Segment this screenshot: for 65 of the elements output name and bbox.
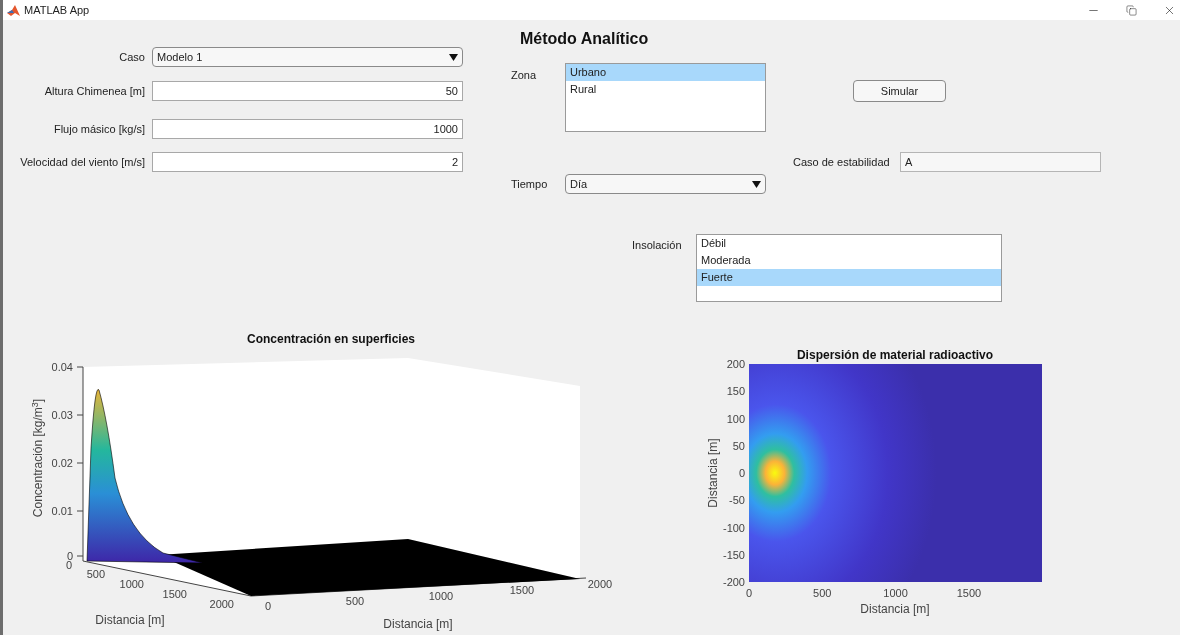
axis-label: Distancia [m]	[95, 613, 165, 627]
tick-label: 1500	[162, 588, 187, 600]
tick-label: -150	[722, 548, 745, 561]
tick-label: 200	[726, 358, 745, 370]
tick-label: 1000	[119, 578, 144, 590]
tick-label: 0	[264, 600, 272, 612]
tick-label: 0.04	[51, 361, 73, 373]
tick-label: 2000	[587, 578, 613, 590]
tick-label: 1500	[509, 584, 535, 596]
tick-label: -100	[722, 521, 745, 534]
restore-icon[interactable]	[1126, 4, 1137, 16]
tick-label: 0	[745, 587, 753, 599]
tick-label: 0	[65, 559, 73, 571]
insolacion-label: Insolación	[632, 238, 683, 253]
field-label: Flujo másico [kg/s]	[52, 121, 145, 137]
tick-label: 500	[86, 568, 105, 580]
axis-label: Distancia [m]	[706, 438, 720, 508]
plot-title: Dispersión de material radioactivo	[796, 348, 994, 362]
axis-label: Distancia [m]	[860, 602, 930, 616]
tick-label: 0.01	[51, 505, 73, 517]
number-field[interactable]: 50	[152, 81, 463, 101]
tick-label: 0.03	[51, 409, 73, 421]
field-value: A	[905, 154, 913, 170]
tick-label: 150	[726, 385, 745, 398]
text-field[interactable]: A	[900, 152, 1101, 172]
axis-label: Distancia [m]	[383, 617, 453, 631]
simular-button[interactable]: Simular	[853, 80, 946, 102]
list-box[interactable]: Débil Moderada Fuerte	[696, 234, 1002, 302]
field-label: Caso	[118, 49, 145, 65]
field-value: 50	[445, 83, 458, 99]
tick-label: 0.02	[51, 457, 73, 469]
field-label: Altura Chimenea [m]	[43, 83, 145, 99]
plot-title: Concentración en superficies	[247, 332, 415, 346]
window-title: MATLAB App	[24, 2, 90, 18]
list-box[interactable]: Urbano Rural	[565, 63, 766, 132]
field-label: Velocidad del viento [m/s]	[19, 154, 145, 170]
tick-label: 500	[345, 595, 365, 607]
zona-label: Zona	[511, 68, 538, 83]
tick-label: 1000	[883, 587, 908, 599]
app-logo-icon	[7, 4, 20, 16]
tick-label: 1500	[956, 587, 982, 599]
dropdown-caret-icon	[752, 180, 761, 188]
dropdown[interactable]: Día	[565, 174, 766, 194]
dropdown[interactable]: Modelo 1	[152, 47, 463, 67]
tick-label: 1000	[428, 590, 454, 602]
tick-label: -200	[722, 576, 745, 588]
tick-label: -50	[729, 494, 745, 507]
list-item[interactable]: Fuerte	[697, 269, 1001, 286]
number-field[interactable]: 1000	[152, 119, 463, 139]
tick-label: 0	[66, 550, 73, 562]
tiempo-label: Tiempo	[511, 176, 549, 192]
tick-label: 50	[732, 439, 745, 452]
tick-label: 0	[738, 467, 745, 479]
field-value: 2	[451, 154, 458, 170]
tick-label: 100	[726, 412, 745, 425]
tick-label: 500	[813, 587, 832, 599]
dropdown-value: Día	[570, 176, 588, 192]
dropdown-value: Modelo 1	[157, 49, 203, 65]
number-field[interactable]: 2	[152, 152, 463, 172]
field-value: 1000	[433, 121, 458, 137]
list-item[interactable]: Urbano	[566, 64, 765, 81]
dropdown-caret-icon	[449, 53, 458, 61]
estabilidad-label: Caso de estabilidad	[793, 154, 891, 170]
page-heading: Método Analítico	[520, 29, 650, 49]
tick-label: 2000	[209, 598, 234, 610]
